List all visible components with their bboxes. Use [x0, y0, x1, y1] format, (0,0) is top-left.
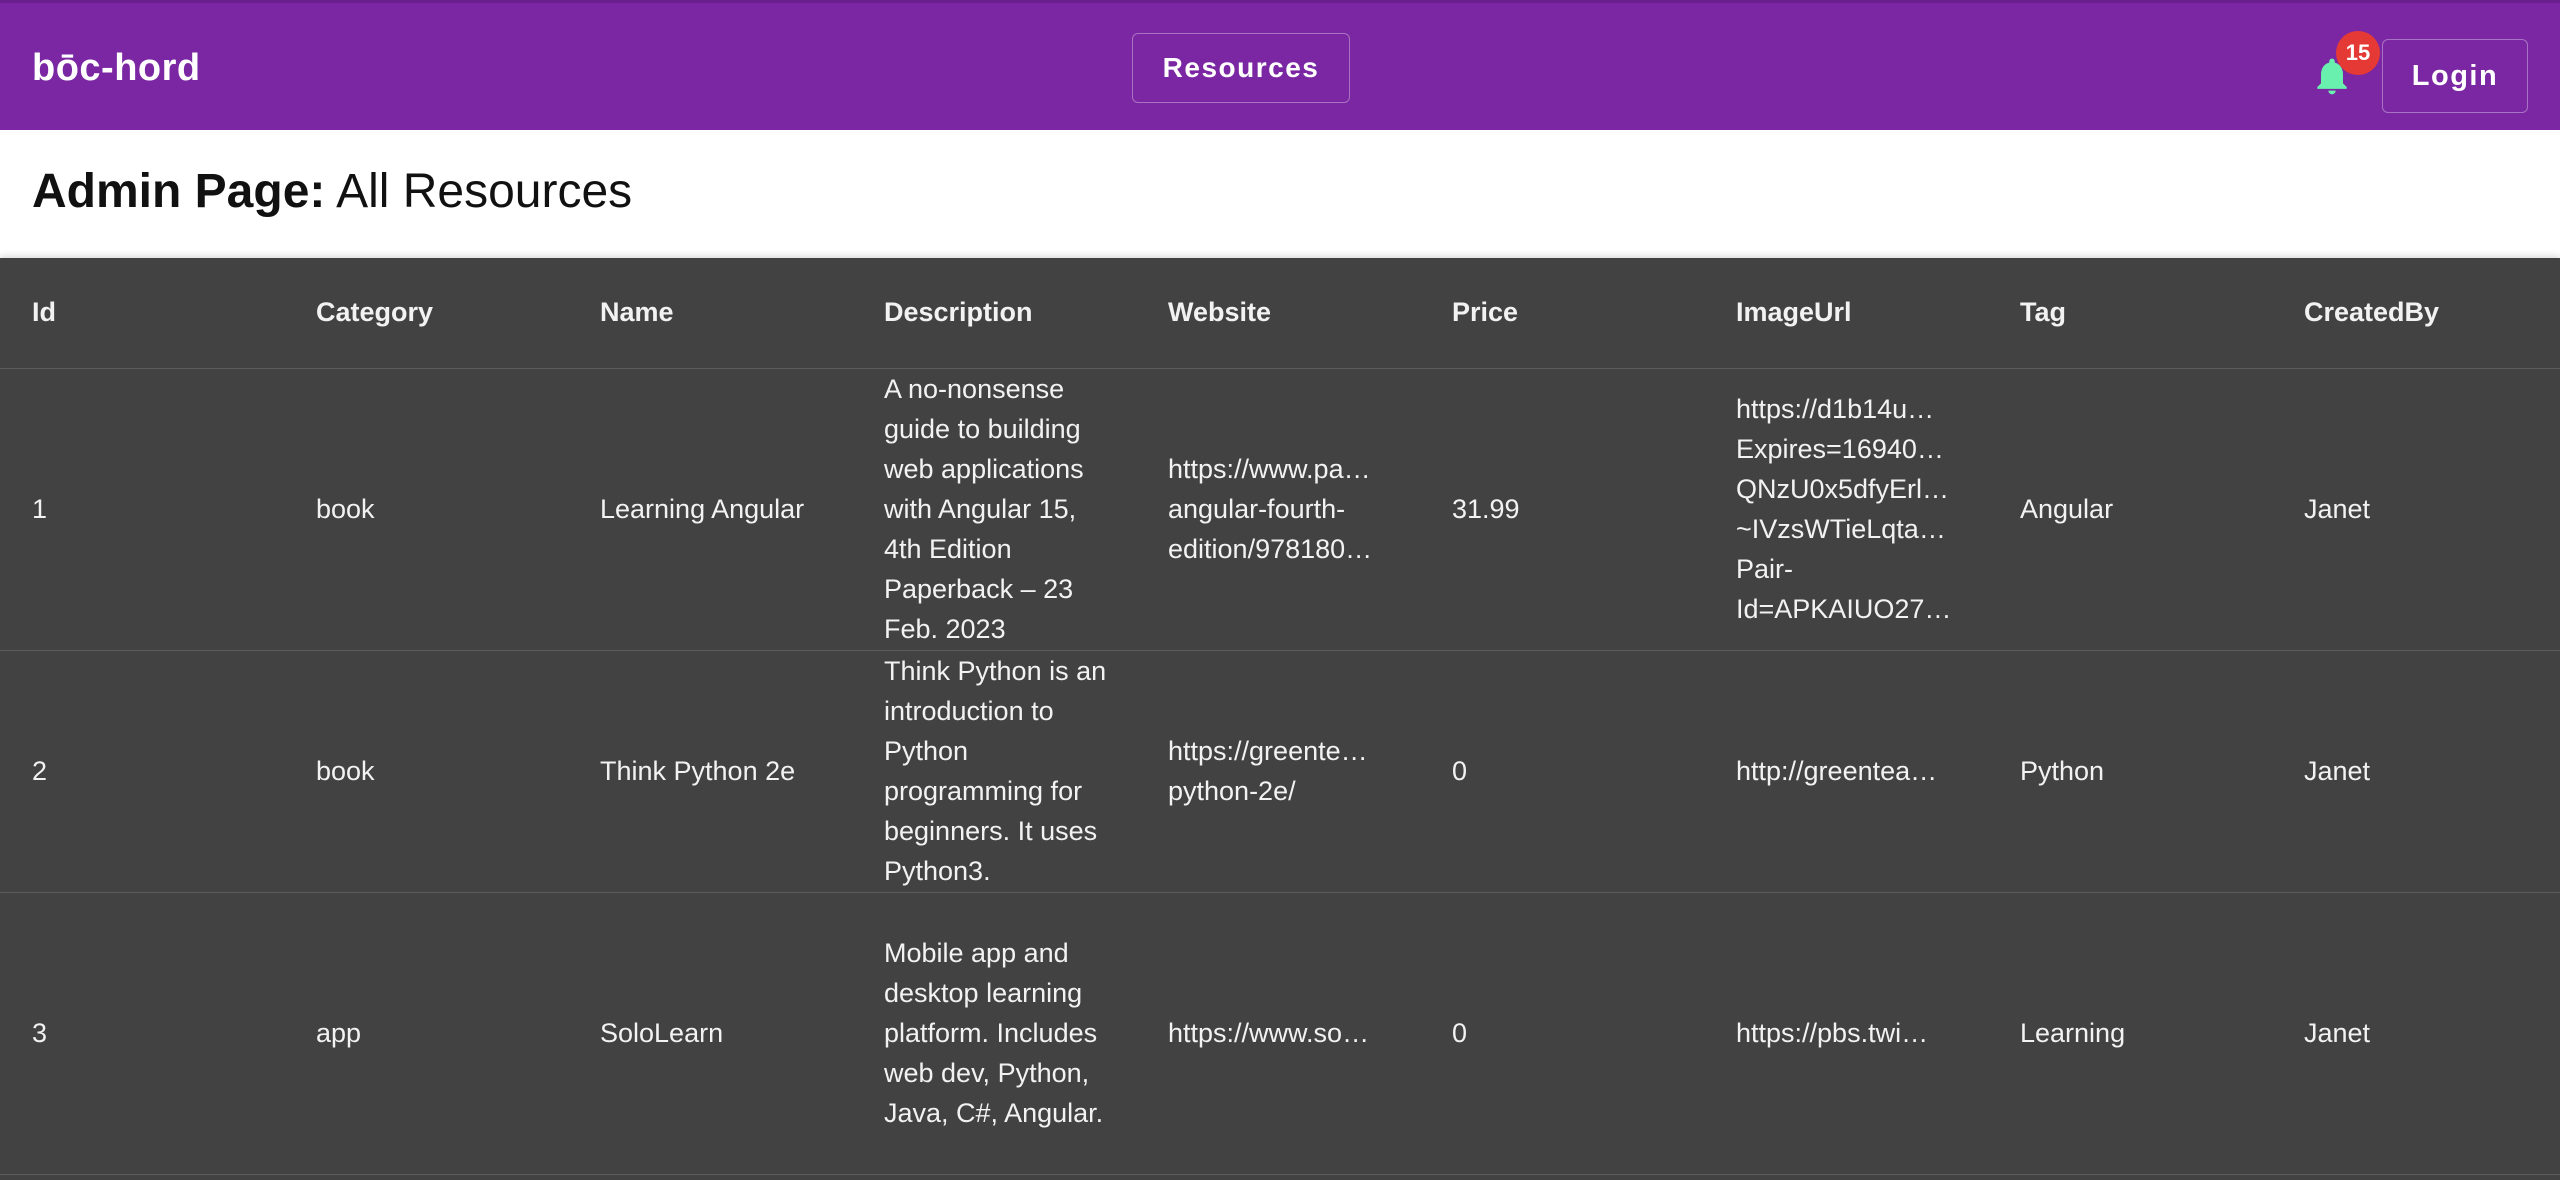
cell-createdby: Janet [2272, 892, 2560, 1175]
cell-category: book [284, 368, 568, 651]
cell-imageurl: https://d1b14u… Expires=16940… QNzU0x5df… [1704, 368, 1988, 651]
cell-id: 2 [0, 650, 284, 893]
cell-tag: Learning [1988, 892, 2272, 1175]
column-header-name[interactable]: Name [568, 258, 852, 369]
notification-count-badge: 15 [2336, 31, 2380, 75]
resources-table: Id Category Name Description Website Pri… [0, 258, 2560, 1175]
resources-nav-button[interactable]: Resources [1132, 33, 1350, 103]
column-header-description[interactable]: Description [852, 258, 1136, 369]
app-logo[interactable]: bōc-hord [32, 43, 201, 93]
cell-createdby: Janet [2272, 650, 2560, 893]
login-button[interactable]: Login [2382, 39, 2528, 113]
cell-name: Learning Angular [568, 368, 852, 651]
column-header-website[interactable]: Website [1136, 258, 1420, 369]
cell-tag: Angular [1988, 368, 2272, 651]
page-title-prefix: Admin Page: [32, 165, 326, 218]
cell-description: A no-nonsense guide to building web appl… [852, 368, 1136, 651]
column-header-price[interactable]: Price [1420, 258, 1704, 369]
page-title: Admin Page: All Resources [32, 160, 632, 224]
website-line: https://greente… [1168, 736, 1368, 766]
website-line: edition/978180… [1168, 534, 1373, 564]
cell-website: https://greente… python-2e/ [1136, 650, 1420, 893]
cell-imageurl: http://greentea… [1704, 650, 1988, 893]
description-text: A no-nonsense guide to building web appl… [884, 374, 1084, 644]
resources-table-container: Id Category Name Description Website Pri… [0, 258, 2560, 1180]
cell-id: 3 [0, 892, 284, 1175]
top-toolbar: bōc-hord Resources 15 Login [0, 0, 2560, 130]
cell-tag: Python [1988, 650, 2272, 893]
cell-category: book [284, 650, 568, 893]
cell-price: 0 [1420, 892, 1704, 1175]
website-line: https://www.pa… [1168, 454, 1371, 484]
column-header-imageurl[interactable]: ImageUrl [1704, 258, 1988, 369]
column-header-createdby[interactable]: CreatedBy [2272, 258, 2560, 369]
cell-website: https://www.pa… angular-fourth- edition/… [1136, 368, 1420, 651]
table-row[interactable]: 2 book Think Python 2e Think Python is a… [0, 650, 2560, 893]
imageurl-line: https://d1b14u… [1736, 394, 1935, 424]
website-line: https://www.so… [1168, 1018, 1370, 1048]
cell-price: 0 [1420, 650, 1704, 893]
cell-imageurl: https://pbs.twi… [1704, 892, 1988, 1175]
cell-website: https://www.so… [1136, 892, 1420, 1175]
imageurl-line: Expires=16940… [1736, 434, 1944, 464]
column-header-category[interactable]: Category [284, 258, 568, 369]
table-row[interactable]: 1 book Learning Angular A no-nonsense gu… [0, 368, 2560, 651]
cell-name: Think Python 2e [568, 650, 852, 893]
description-text: Mobile app and desktop learning platform… [884, 938, 1104, 1128]
website-line: python-2e/ [1168, 776, 1296, 806]
imageurl-line: https://pbs.twi… [1736, 1018, 1929, 1048]
cell-id: 1 [0, 368, 284, 651]
cell-category: app [284, 892, 568, 1175]
page-title-text: All Resources [325, 165, 633, 218]
imageurl-line: QNzU0x5dfyErl… [1736, 474, 1950, 504]
cell-name: SoloLearn [568, 892, 852, 1175]
table-header-row: Id Category Name Description Website Pri… [0, 258, 2560, 369]
table-row[interactable]: 3 app SoloLearn Mobile app and desktop l… [0, 892, 2560, 1175]
imageurl-line: http://greentea… [1736, 756, 1938, 786]
cell-createdby: Janet [2272, 368, 2560, 651]
cell-description: Think Python is an introduction to Pytho… [852, 650, 1136, 893]
website-line: angular-fourth- [1168, 494, 1346, 524]
column-header-tag[interactable]: Tag [1988, 258, 2272, 369]
cell-price: 31.99 [1420, 368, 1704, 651]
imageurl-line: Id=APKAIUO27… [1736, 594, 1952, 624]
cell-description: Mobile app and desktop learning platform… [852, 892, 1136, 1175]
column-header-id[interactable]: Id [0, 258, 284, 369]
description-text: Think Python is an introduction to Pytho… [884, 656, 1107, 886]
imageurl-line: ~IVzsWTieLqta… [1736, 514, 1946, 544]
imageurl-line: Pair- [1736, 554, 1794, 584]
